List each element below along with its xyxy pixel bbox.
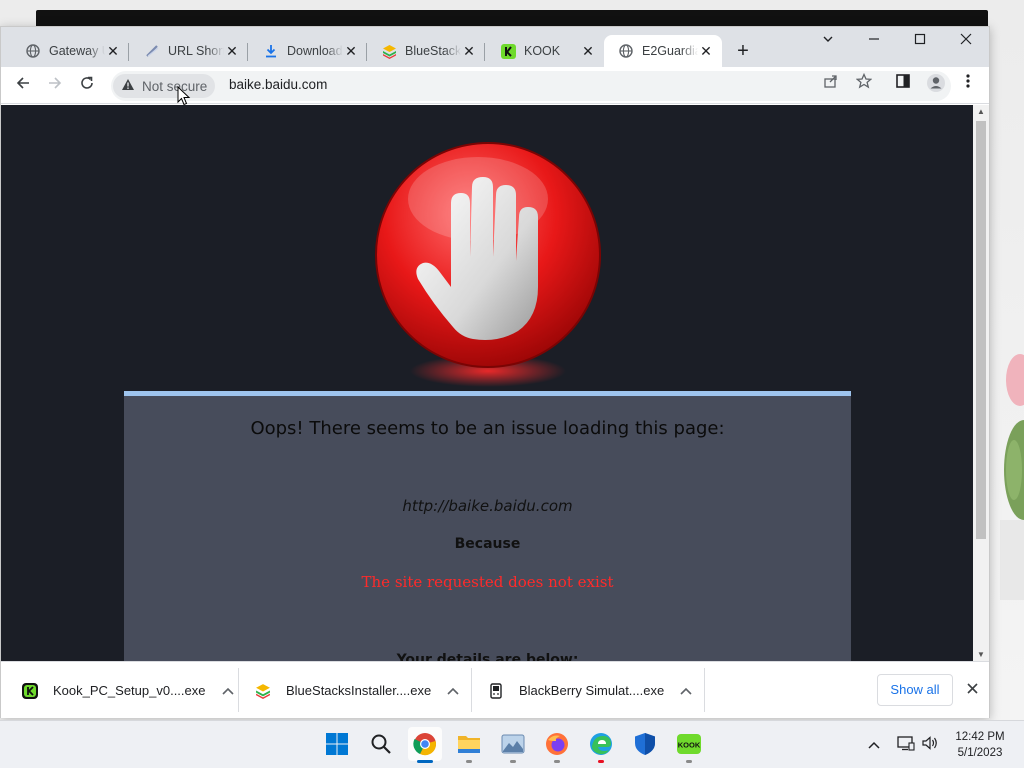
globe-icon: [618, 43, 634, 59]
kook-icon: [500, 43, 516, 59]
error-heading: Oops! There seems to be an issue loading…: [250, 418, 725, 439]
taskbar: KOOK 12:42 PM 5/1/2023: [0, 720, 1024, 768]
wallpaper-plant: [1000, 354, 1024, 600]
tab-title: E2Guardian: [642, 44, 698, 58]
back-arrow-icon[interactable]: [10, 73, 36, 99]
bluestacks-icon: [254, 682, 272, 700]
download-icon: [263, 43, 279, 59]
firefox-icon[interactable]: [540, 727, 574, 763]
download-filename: Kook_PC_Setup_v0....exe: [53, 683, 206, 698]
block-reason: The site requested does not exist: [361, 573, 614, 591]
volume-icon[interactable]: [920, 735, 940, 755]
tab-title: KOOK: [524, 44, 561, 58]
tab-search-chevron-icon[interactable]: [805, 27, 851, 55]
download-item[interactable]: BlackBerry Simulat....exe: [487, 662, 692, 719]
site-security-chip[interactable]: Not secure: [113, 74, 216, 98]
file-explorer-icon[interactable]: [452, 727, 486, 763]
tab-title: URL Shortener: [168, 44, 224, 58]
tab-gateway[interactable]: Gateway U ✕: [11, 35, 129, 67]
blocked-url: http://baike.baidu.com: [402, 497, 573, 515]
tab-strip: Gateway U ✕ URL Shortener ✕ Download ✕ B…: [1, 27, 989, 67]
blackberry-icon: [487, 682, 505, 700]
minimize-icon[interactable]: [851, 27, 897, 55]
browser-toolbar: Not secure baike.baidu.com: [1, 67, 989, 104]
svg-text:KOOK: KOOK: [678, 741, 701, 750]
tab-close-icon[interactable]: ✕: [461, 43, 477, 60]
kook-icon[interactable]: KOOK: [672, 727, 706, 763]
tab-title: Download: [287, 44, 343, 58]
download-item[interactable]: Kook_PC_Setup_v0....exe: [21, 662, 234, 719]
window-close-icon[interactable]: [943, 27, 989, 55]
scrollbar-thumb[interactable]: [976, 121, 986, 539]
bluestacks-icon: [381, 43, 397, 59]
reload-icon[interactable]: [74, 73, 100, 99]
tab-url-shortener[interactable]: URL Shortener ✕: [130, 35, 248, 67]
tab-close-icon[interactable]: ✕: [224, 43, 240, 60]
close-downloads-icon[interactable]: [961, 679, 983, 701]
chevron-up-icon[interactable]: [221, 684, 234, 698]
mouse-cursor-icon: [177, 86, 191, 106]
tab-close-icon[interactable]: ✕: [343, 43, 359, 60]
download-filename: BlueStacksInstaller....exe: [286, 683, 432, 698]
profile-avatar-icon[interactable]: [924, 73, 948, 97]
more-menu-icon[interactable]: [956, 73, 980, 97]
details-heading: Your details are below:: [396, 652, 579, 661]
security-label: Not secure: [142, 78, 208, 94]
tab-title: BlueStacks: [405, 44, 461, 58]
forward-arrow-icon[interactable]: [42, 73, 68, 99]
tab-title: Gateway U: [49, 44, 105, 58]
tab-e2guardian[interactable]: E2Guardian ✕: [604, 35, 722, 67]
search-icon[interactable]: [364, 727, 398, 761]
downloads-bar: Kook_PC_Setup_v0....exe BlueStacksInstal…: [1, 661, 989, 718]
bookmark-star-icon[interactable]: [852, 72, 876, 97]
download-item[interactable]: BlueStacksInstaller....exe: [254, 662, 459, 719]
page-scrollbar[interactable]: ▲ ▼: [973, 105, 989, 661]
edge-icon[interactable]: [584, 727, 618, 763]
tab-kook[interactable]: KOOK ✕: [486, 35, 604, 67]
tab-bluestacks[interactable]: BlueStacks ✕: [367, 35, 485, 67]
tab-close-icon[interactable]: ✕: [580, 43, 596, 60]
tab-close-icon[interactable]: ✕: [105, 43, 121, 60]
error-panel: Oops! There seems to be an issue loading…: [124, 391, 851, 661]
stop-hand-icon: [375, 142, 601, 387]
photos-icon[interactable]: [496, 727, 530, 763]
scroll-up-icon[interactable]: ▲: [973, 107, 989, 116]
page-viewport: Oops! There seems to be an issue loading…: [1, 105, 973, 661]
windows-start-icon[interactable]: [320, 727, 354, 761]
globe-icon: [25, 43, 41, 59]
network-icon[interactable]: [896, 735, 916, 755]
scroll-down-icon[interactable]: ▼: [973, 650, 989, 659]
system-clock[interactable]: 12:42 PM 5/1/2023: [944, 729, 1016, 761]
tab-close-icon[interactable]: ✕: [698, 43, 714, 60]
clock-time: 12:42 PM: [955, 731, 1005, 743]
url-text[interactable]: baike.baidu.com: [229, 77, 327, 92]
warning-triangle-icon: [121, 78, 135, 94]
chevron-up-icon[interactable]: [864, 735, 884, 755]
side-panel-icon[interactable]: [891, 73, 915, 97]
clock-date: 5/1/2023: [957, 747, 1003, 759]
chrome-icon[interactable]: [408, 727, 442, 763]
download-filename: BlackBerry Simulat....exe: [519, 683, 665, 698]
share-icon[interactable]: [819, 73, 843, 97]
browser-window: Gateway U ✕ URL Shortener ✕ Download ✕ B…: [0, 26, 990, 718]
kook-icon: [21, 682, 39, 700]
chevron-up-icon[interactable]: [447, 684, 459, 698]
link-icon: [144, 43, 160, 59]
security-shield-icon[interactable]: [628, 727, 662, 761]
show-all-button[interactable]: Show all: [877, 674, 953, 706]
new-tab-button[interactable]: +: [733, 41, 753, 61]
tab-download[interactable]: Download ✕: [249, 35, 367, 67]
chevron-up-icon[interactable]: [680, 684, 692, 698]
maximize-icon[interactable]: [897, 27, 943, 55]
because-label: Because: [454, 536, 521, 552]
